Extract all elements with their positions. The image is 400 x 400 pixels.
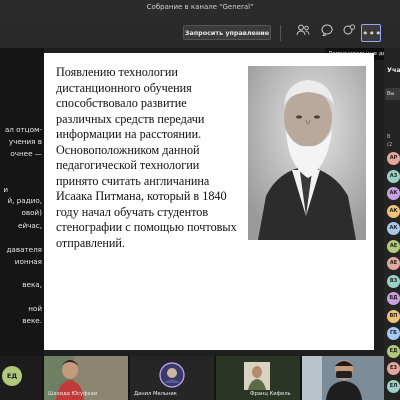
participant-avatar[interactable]: ВП <box>387 309 400 323</box>
chat-panel: ал отцом- учения в очнее — и й, радио, о… <box>0 48 44 358</box>
participant-avatar[interactable]: АЕ <box>387 257 400 270</box>
participant-avatar[interactable]: АК <box>387 204 400 218</box>
participant-avatar[interactable]: АЕ <box>387 239 400 253</box>
toolbar-divider <box>280 25 281 41</box>
participant-avatar[interactable]: АК <box>387 187 400 200</box>
chat-icon[interactable] <box>318 24 336 42</box>
chat-line: учения в <box>8 137 42 146</box>
chat-line: ейчас, <box>18 221 42 230</box>
participant-avatar[interactable]: АР <box>387 152 400 165</box>
participant-avatar[interactable]: ВД <box>387 292 400 305</box>
slide-text: Появлению технологии дистанционного обуч… <box>56 65 237 250</box>
participant-avatar[interactable]: АЗ <box>387 169 400 183</box>
chat-line: ал отцом- <box>4 125 42 134</box>
participant-avatar[interactable]: ЕЗ <box>387 362 400 375</box>
participant-tile[interactable]: Франц Кифель <box>216 356 300 400</box>
participant-tile[interactable]: Шахида Юсуфхаи <box>44 356 128 400</box>
meeting-toolbar: Запросить управление ••• <box>0 18 400 48</box>
avatar: ЕД <box>2 366 22 386</box>
request-control-button[interactable]: Запросить управление <box>183 25 271 40</box>
chat-line: очнее — <box>10 149 42 158</box>
chat-line: века, <box>22 280 42 289</box>
chat-line: давателя <box>6 245 42 254</box>
participant-avatar[interactable]: ЕД <box>387 344 400 358</box>
participant-tile[interactable]: ЕД <box>0 356 42 400</box>
reactions-icon[interactable] <box>340 24 358 42</box>
more-dots-icon: ••• <box>362 27 382 40</box>
title-bar: Собрание в канале "General" <box>0 0 400 18</box>
chat-line: веке. <box>22 316 42 325</box>
participant-video <box>302 356 384 400</box>
video-strip: ЕД Шахида Юсуфхаи Данил Мельник Франц Ки… <box>0 356 384 400</box>
participant-name: Шахида Юсуфхаи <box>48 391 98 397</box>
participant-avatar[interactable]: ВЗ <box>387 274 400 288</box>
participant-avatar[interactable]: АК <box>387 222 400 235</box>
chat-line: й, радио, <box>7 196 42 205</box>
window-title: Собрание в канале "General" <box>146 3 254 11</box>
chat-line: ной <box>28 304 42 313</box>
portrait-photo <box>248 66 366 240</box>
participant-name: Данил Мельник <box>134 391 177 397</box>
participants-icon[interactable] <box>294 24 312 42</box>
participant-name: Франц Кифель <box>250 391 291 397</box>
shared-screen-slide: Появлению технологии дистанционного обуч… <box>44 53 374 350</box>
participants-count: (2 <box>387 142 393 148</box>
chat-line: и <box>3 185 8 194</box>
participant-avatar[interactable]: ГБ <box>387 327 400 340</box>
participant-avatar[interactable]: ЕЛ <box>387 379 400 393</box>
more-actions-button[interactable]: ••• <box>361 24 381 42</box>
participant-tile[interactable] <box>302 356 384 400</box>
chat-line: овой) <box>21 208 42 217</box>
participants-panel: Уча Вы В (2 АР АЗ АК АК АК АЕ АЕ ВЗ ВД ВП ГБ ЕД ЕЗ ЕЛ <box>384 48 400 400</box>
invite-field-text: Вы <box>387 91 395 97</box>
section-header[interactable]: В <box>387 134 390 140</box>
participants-panel-title: Уча <box>387 66 400 74</box>
chat-line: ионная <box>14 257 42 266</box>
participant-tile[interactable]: Данил Мельник <box>130 356 214 400</box>
